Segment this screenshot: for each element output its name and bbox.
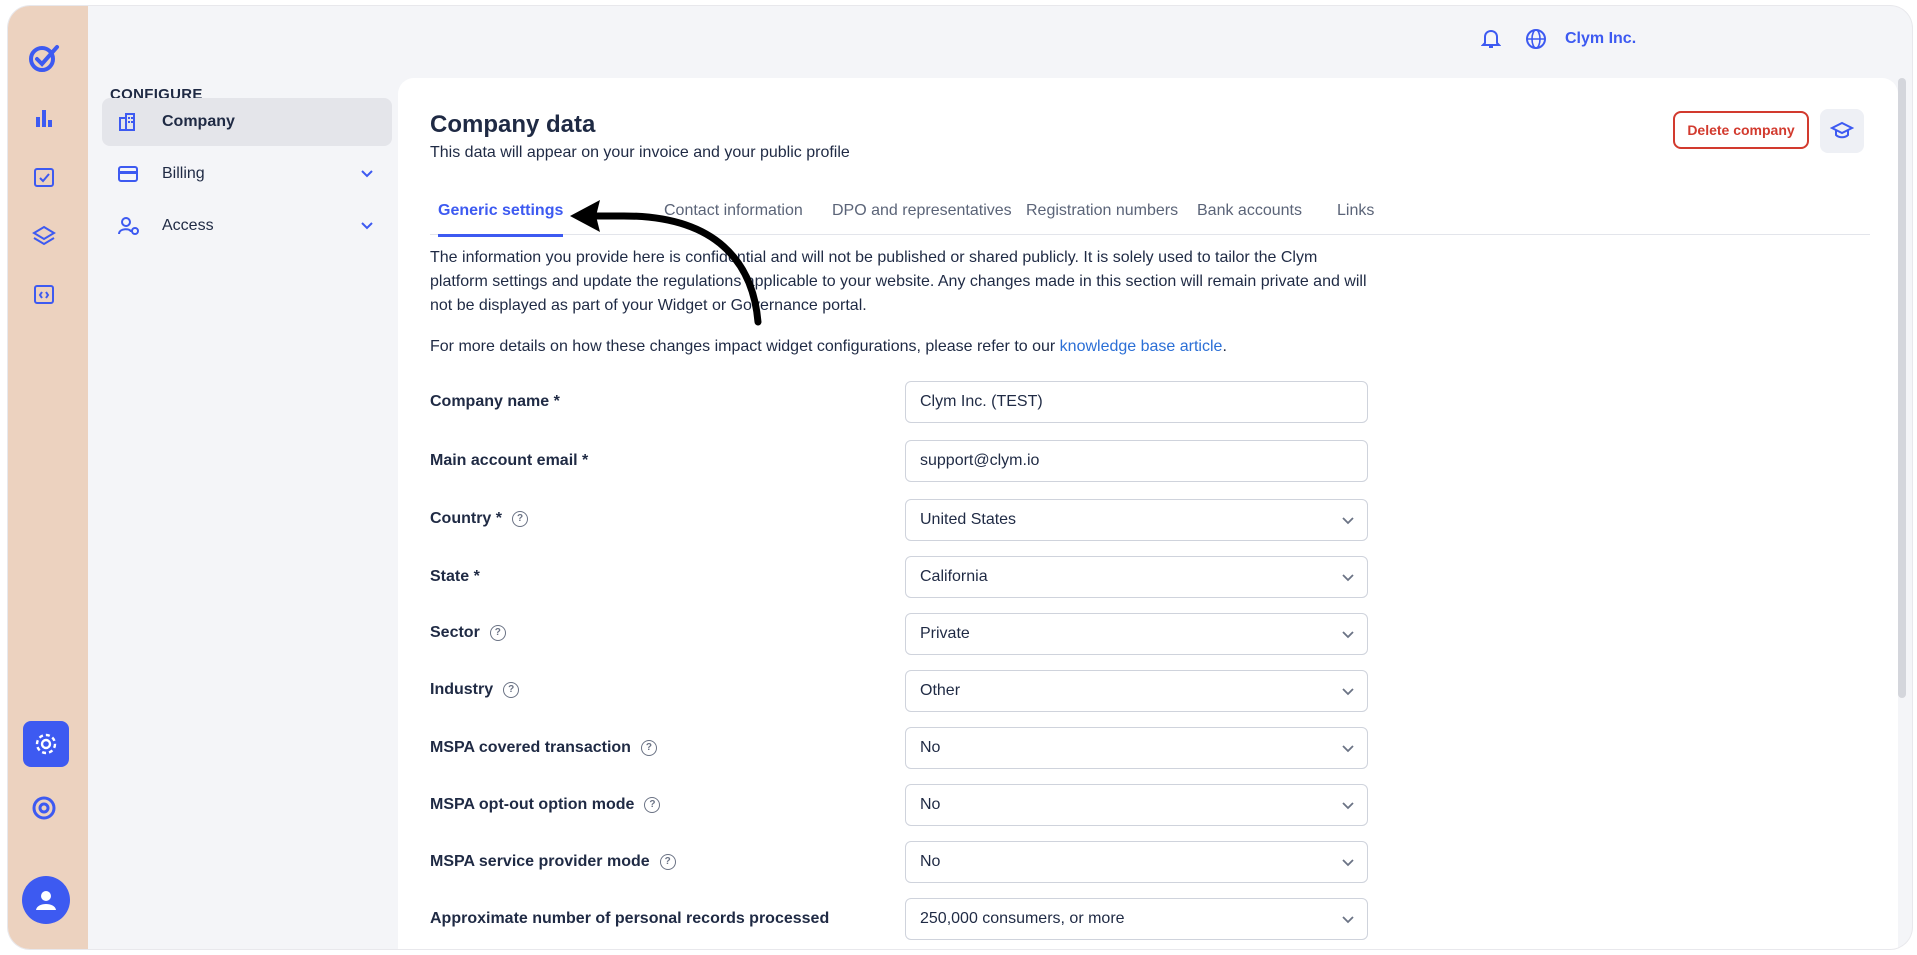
tab-bank-accounts[interactable]: Bank accounts	[1197, 198, 1302, 234]
chevron-down-icon	[1341, 855, 1355, 873]
help-icon[interactable]: ?	[503, 682, 520, 698]
mspa-covered-select[interactable]: No	[905, 727, 1368, 769]
graduation-cap-icon[interactable]	[1820, 109, 1864, 153]
records-label: Approximate number of personal records p…	[430, 910, 830, 927]
sidebar-item-label: Billing	[162, 165, 205, 182]
chevron-down-icon	[1341, 570, 1355, 588]
mspa-service-label: MSPA service provider mode?	[430, 853, 676, 871]
user-icon[interactable]	[22, 876, 70, 924]
industry-select[interactable]: Other	[905, 670, 1368, 712]
company-switcher[interactable]: Clym Inc.	[1565, 30, 1636, 48]
help-icon[interactable]: ?	[512, 511, 528, 527]
mspa-service-select[interactable]: No	[905, 841, 1368, 883]
tab-dpo-representatives[interactable]: DPO and representatives	[832, 198, 1012, 234]
email-label: Main account email *	[430, 452, 589, 469]
info-link-suffix: .	[1222, 338, 1227, 355]
tab-registration-numbers[interactable]: Registration numbers	[1026, 198, 1178, 234]
delete-company-button[interactable]: Delete company	[1673, 111, 1809, 149]
mspa-covered-label: MSPA covered transaction?	[430, 739, 657, 757]
mspa-optout-label: MSPA opt-out option mode?	[430, 796, 661, 814]
state-label: State *	[430, 568, 480, 585]
chevron-down-icon	[1341, 684, 1355, 702]
page-title: Company data	[430, 111, 596, 138]
country-select[interactable]: United States	[905, 499, 1368, 541]
sector-label: Sector?	[430, 624, 506, 642]
code-icon[interactable]	[26, 276, 62, 312]
chevron-down-icon[interactable]	[360, 218, 374, 236]
annotation-arrow-icon	[570, 200, 762, 326]
records-select[interactable]: 250,000 consumers, or more	[905, 898, 1368, 940]
checklist-icon[interactable]	[26, 159, 62, 195]
chevron-down-icon	[1341, 741, 1355, 759]
layers-icon[interactable]	[26, 218, 62, 254]
analytics-icon[interactable]	[26, 100, 62, 136]
globe-icon[interactable]	[1525, 28, 1547, 55]
tab-generic-settings[interactable]: Generic settings	[438, 198, 564, 237]
chevron-down-icon	[1341, 912, 1355, 930]
tab-links[interactable]: Links	[1337, 198, 1374, 234]
sidebar-item-company[interactable]: Company	[102, 98, 392, 146]
icon-rail	[8, 6, 88, 949]
help-icon[interactable]: ?	[644, 797, 661, 813]
state-select[interactable]: California	[905, 556, 1368, 598]
knowledge-base-link[interactable]: knowledge base article	[1060, 338, 1223, 355]
bell-icon[interactable]	[1480, 28, 1502, 55]
chevron-down-icon	[1341, 798, 1355, 816]
help-icon[interactable]: ?	[489, 625, 506, 641]
help-icon[interactable]: ?	[640, 740, 657, 756]
settings-icon[interactable]	[23, 721, 69, 767]
company-name-label: Company name *	[430, 393, 560, 410]
lifebuoy-icon[interactable]	[26, 790, 62, 826]
sidebar-item-label: Company	[162, 113, 235, 130]
company-name-field[interactable]: Clym Inc. (TEST)	[905, 381, 1368, 423]
info-link-prefix: For more details on how these changes im…	[430, 338, 1060, 355]
building-icon	[118, 112, 142, 132]
clym-logo-icon[interactable]	[26, 40, 62, 76]
chevron-down-icon	[1341, 513, 1355, 531]
app-window: Clym Inc. CONFIGURE Company Billing Acce…	[8, 6, 1912, 949]
mspa-optout-select[interactable]: No	[905, 784, 1368, 826]
country-label: Country *?	[430, 510, 528, 528]
sector-select[interactable]: Private	[905, 613, 1368, 655]
info-link-paragraph: For more details on how these changes im…	[430, 335, 1370, 359]
chevron-down-icon	[1341, 627, 1355, 645]
page-subtitle: This data will appear on your invoice an…	[430, 144, 850, 161]
user-gear-icon	[118, 216, 142, 236]
sidebar-item-label: Access	[162, 217, 214, 234]
sidebar-item-access[interactable]: Access	[102, 202, 392, 250]
credit-card-icon	[118, 166, 142, 182]
scrollbar[interactable]	[1898, 78, 1906, 698]
industry-label: Industry?	[430, 681, 520, 699]
chevron-down-icon[interactable]	[360, 166, 374, 184]
help-icon[interactable]: ?	[659, 854, 676, 870]
email-field[interactable]: support@clym.io	[905, 440, 1368, 482]
sidebar-item-billing[interactable]: Billing	[102, 150, 392, 198]
